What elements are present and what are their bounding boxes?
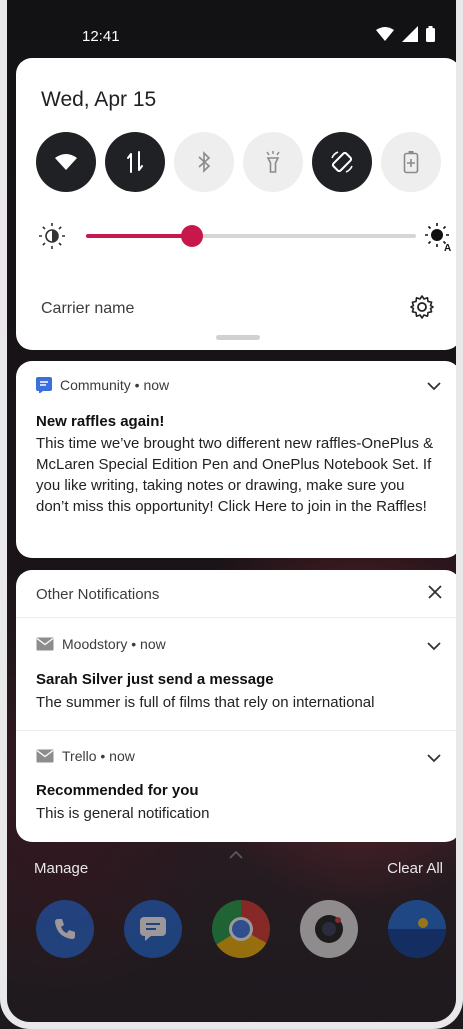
- camera-app-icon[interactable]: [300, 900, 358, 958]
- data-arrows-icon: [127, 151, 143, 173]
- brightness-slider[interactable]: [86, 225, 416, 247]
- chevron-up-icon: [229, 850, 243, 859]
- battery-icon: [426, 26, 435, 42]
- quick-settings-panel: Wed, Apr 15 A Carrier name: [16, 58, 461, 350]
- quick-settings-tiles: [36, 132, 441, 192]
- notification-app-label: Community • now: [60, 377, 170, 393]
- manage-button[interactable]: Manage: [34, 860, 88, 877]
- notification-title: Sarah Silver just send a message: [36, 671, 274, 688]
- notification-header: Community • now: [36, 377, 169, 393]
- community-app-icon: [36, 377, 52, 393]
- message-icon: [140, 917, 166, 941]
- panel-drag-handle[interactable]: [216, 335, 260, 340]
- bluetooth-icon: [198, 151, 211, 173]
- divider: [16, 730, 461, 731]
- notification-app-label: Moodstory • now: [62, 636, 166, 652]
- phone-icon: [55, 919, 75, 939]
- sun-icon: [418, 918, 428, 928]
- brightness-low-icon: [39, 223, 65, 249]
- chrome-icon: [229, 917, 253, 941]
- auto-brightness-icon[interactable]: A: [424, 222, 452, 252]
- expand-chevron-icon[interactable]: [427, 381, 441, 391]
- settings-gear-icon[interactable]: [409, 294, 435, 320]
- wifi-icon: [55, 154, 77, 170]
- carrier-name: Carrier name: [41, 300, 135, 317]
- svg-text:A: A: [444, 243, 451, 252]
- cell-signal-icon: [402, 26, 418, 42]
- notification-title: Recommended for you: [36, 782, 199, 799]
- status-bar: 12:41: [0, 0, 463, 58]
- brightness-slider-thumb[interactable]: [180, 225, 203, 247]
- expand-chevron-icon[interactable]: [427, 641, 441, 651]
- group-title: Other Notifications: [36, 586, 160, 603]
- status-time: 12:41: [82, 28, 120, 45]
- chrome-app-icon[interactable]: [212, 900, 270, 958]
- battery-saver-icon: [403, 151, 419, 174]
- wifi-tile[interactable]: [36, 132, 96, 192]
- brightness-slider-fill: [86, 234, 192, 238]
- community-notification[interactable]: Community • now New raffles again! This …: [16, 361, 461, 558]
- app-dock: [36, 900, 446, 958]
- notification-app-label: Trello • now: [62, 748, 135, 764]
- close-icon[interactable]: [427, 584, 443, 600]
- mail-icon: [36, 749, 54, 763]
- notification-header: Moodstory • now: [36, 636, 166, 652]
- bluetooth-tile[interactable]: [174, 132, 234, 192]
- phone-app-icon[interactable]: [36, 900, 94, 958]
- status-icons: [376, 26, 435, 42]
- clear-all-button[interactable]: Clear All: [387, 860, 443, 877]
- wifi-signal-icon: [376, 27, 394, 41]
- messages-app-icon[interactable]: [124, 900, 182, 958]
- mail-icon: [36, 637, 54, 651]
- notification-body: The summer is full of films that rely on…: [36, 694, 375, 711]
- other-notifications-group: Other Notifications Moodstory • now Sara…: [16, 570, 461, 842]
- battery-saver-tile[interactable]: [381, 132, 441, 192]
- expand-chevron-icon[interactable]: [427, 753, 441, 763]
- divider: [16, 617, 461, 618]
- notification-title: New raffles again!: [36, 413, 165, 430]
- notification-header: Trello • now: [36, 748, 135, 764]
- rotate-icon: [331, 151, 353, 173]
- date-label: Wed, Apr 15: [41, 88, 157, 111]
- gallery-app-icon[interactable]: [388, 900, 446, 958]
- brightness-row: A: [38, 218, 451, 254]
- camera-icon: [315, 915, 343, 943]
- flashlight-icon: [266, 151, 280, 173]
- notification-body: This is general notification: [36, 805, 210, 822]
- auto-rotate-tile[interactable]: [312, 132, 372, 192]
- mobile-data-tile[interactable]: [105, 132, 165, 192]
- notification-body: This time we’ve brought two different ne…: [36, 435, 434, 515]
- flashlight-tile[interactable]: [243, 132, 303, 192]
